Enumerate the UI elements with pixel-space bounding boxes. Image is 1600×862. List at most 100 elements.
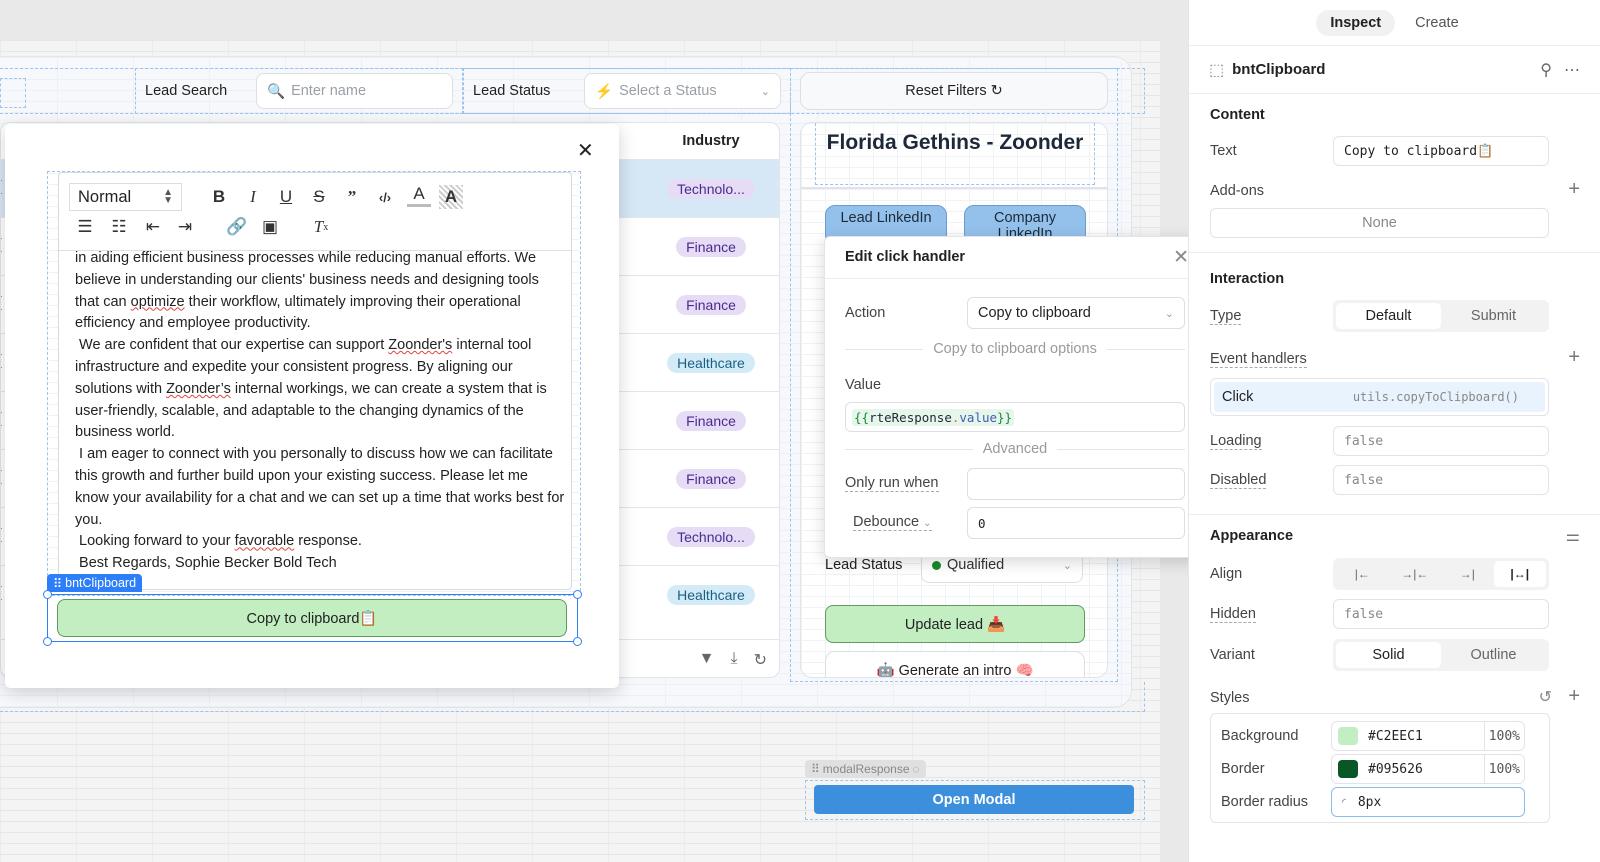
value-input[interactable]: {{rteResponse.value}} <box>845 402 1185 432</box>
close-icon[interactable]: ✕ <box>1173 246 1189 269</box>
resize-handle[interactable] <box>573 637 582 646</box>
debounce-select[interactable]: Debounce ⌄ <box>853 514 932 531</box>
close-icon[interactable]: ✕ <box>577 138 594 163</box>
settings-sliders-icon[interactable]: ⚌ <box>1566 526 1580 546</box>
download-icon[interactable]: ⤓ <box>731 650 738 670</box>
status-dot-icon <box>932 560 941 570</box>
tab-create[interactable]: Create <box>1401 10 1473 36</box>
image-icon[interactable]: ▣ <box>258 215 282 239</box>
align-right-icon[interactable]: →| <box>1441 561 1494 587</box>
inspector-panel: Inspect Create ⬚ bntClipboard ⚲ ⋯ Conten… <box>1188 0 1600 862</box>
tab-inspect[interactable]: Inspect <box>1316 9 1396 36</box>
chevron-down-icon: ⌄ <box>1164 307 1174 320</box>
align-stretch-icon[interactable]: |↔| <box>1493 561 1546 587</box>
more-icon[interactable]: ⋯ <box>1564 60 1580 80</box>
truncated-cell: ( <box>1 410 2 427</box>
update-lead-button[interactable]: Update lead 📥 <box>825 605 1085 643</box>
link-icon[interactable]: 🔗 <box>225 215 249 239</box>
variant-solid[interactable]: Solid <box>1336 642 1441 668</box>
underline-icon[interactable]: U <box>274 185 298 209</box>
canvas-area: Lead Search 🔍 Enter name Lead Status ⚡ S… <box>0 0 1204 862</box>
industry-badge: Technolo... <box>667 527 755 547</box>
format-select[interactable]: Normal ▲ ▼ <box>69 183 182 211</box>
strikethrough-icon[interactable]: S <box>307 185 331 209</box>
italic-icon[interactable]: I <box>241 185 265 209</box>
up-down-icon: ▲ ▼ <box>163 187 173 206</box>
copy-to-clipboard-button[interactable]: Copy to clipboard📋 <box>57 599 567 637</box>
action-select[interactable]: Copy to clipboard ⌄ <box>967 297 1185 329</box>
code-icon[interactable]: ‹/› <box>373 185 397 209</box>
rte-content[interactable]: in aiding efficient business processes w… <box>75 250 565 575</box>
search-icon[interactable]: ⚲ <box>1540 60 1552 80</box>
disabled-label: Disabled <box>1210 472 1267 489</box>
divider <box>1189 252 1600 253</box>
addons-field[interactable]: None <box>1210 208 1549 238</box>
variant-outline[interactable]: Outline <box>1441 642 1546 668</box>
rich-text-editor[interactable]: Normal ▲ ▼ B I U S ” ‹/› A A ☰ ☷ ⇤ ⇥ 🔗 ▣ … <box>58 172 572 590</box>
industry-badge: Healthcare <box>667 585 755 605</box>
button-component-icon: ⬚ <box>1209 61 1225 79</box>
text-label: Text <box>1210 143 1237 159</box>
drag-handle-icon[interactable]: ⠿ <box>53 576 62 591</box>
bold-icon[interactable]: B <box>207 185 231 209</box>
inspector-tabs: Inspect Create <box>1189 0 1600 46</box>
border-color-input[interactable]: #095626 100% <box>1331 754 1525 784</box>
border-swatch[interactable] <box>1338 760 1358 778</box>
type-submit[interactable]: Submit <box>1441 303 1546 329</box>
lead-search-input[interactable]: 🔍 Enter name <box>256 73 453 109</box>
event-handlers-label: Event handlers <box>1210 351 1307 368</box>
border-radius-input[interactable]: ◜ 8px <box>1331 787 1525 817</box>
hidden-eye-icon: ◌ <box>912 762 920 776</box>
type-default[interactable]: Default <box>1336 303 1441 329</box>
align-center-icon[interactable]: →|← <box>1389 561 1442 587</box>
text-input[interactable]: Copy to clipboard📋 <box>1333 136 1549 166</box>
column-header-industry[interactable]: Industry <box>641 123 779 159</box>
reset-filters-button[interactable]: Reset Filters ↻ <box>800 72 1108 110</box>
only-run-when-input[interactable] <box>967 468 1185 500</box>
debounce-input[interactable]: 0 <box>967 507 1185 539</box>
align-left-icon[interactable]: |← <box>1336 561 1389 587</box>
clear-format-icon[interactable]: Tx <box>309 215 333 239</box>
resize-handle[interactable] <box>573 590 582 599</box>
font-color-icon[interactable]: A <box>407 183 431 207</box>
truncated-cell: ( <box>1 294 2 311</box>
detail-lead-status-label: Lead Status <box>825 557 903 573</box>
filter-icon[interactable]: ▼ <box>699 650 715 670</box>
indent-icon[interactable]: ⇥ <box>173 215 197 239</box>
resize-handle[interactable] <box>43 590 52 599</box>
background-swatch[interactable] <box>1338 727 1358 745</box>
open-modal-button[interactable]: Open Modal <box>814 785 1134 814</box>
chevron-down-icon: ⌄ <box>760 85 770 98</box>
truncated-cell: ( <box>1 236 2 253</box>
add-event-handler-icon[interactable]: + <box>1568 346 1580 369</box>
blockquote-icon[interactable]: ” <box>340 185 364 209</box>
add-addon-icon[interactable]: + <box>1568 178 1580 201</box>
rte-paragraph: We are confident that our expertise can … <box>75 337 551 441</box>
refresh-icon[interactable]: ↻ <box>754 650 767 670</box>
add-style-icon[interactable]: + <box>1568 685 1580 708</box>
background-label: Background <box>1221 728 1299 744</box>
resize-handle[interactable] <box>43 637 52 646</box>
disabled-input[interactable]: false <box>1333 465 1549 495</box>
rte-toolbar: Normal ▲ ▼ B I U S ” ‹/› A A ☰ ☷ ⇤ ⇥ 🔗 ▣ … <box>59 173 571 251</box>
align-toggle: |← →|← →| |↔| <box>1333 558 1549 590</box>
event-handler-click[interactable]: Click utils.copyToClipboard() <box>1210 378 1549 416</box>
hidden-input[interactable]: false <box>1333 599 1549 629</box>
generate-intro-button[interactable]: 🤖 Generate an intro 🧠 <box>825 651 1085 677</box>
bullet-list-icon[interactable]: ☷ <box>107 215 131 239</box>
popup-title: Edit click handler <box>845 249 966 265</box>
modal-response-tag[interactable]: ⠿ modalResponse ◌ <box>805 760 926 778</box>
background-color-icon[interactable]: A <box>439 185 463 209</box>
reset-styles-icon[interactable]: ↺ <box>1539 687 1552 707</box>
outdent-icon[interactable]: ⇤ <box>141 215 165 239</box>
ordered-list-icon[interactable]: ☰ <box>73 215 97 239</box>
event-action: utils.copyToClipboard() <box>1352 390 1519 404</box>
background-color-input[interactable]: #C2EEC1 100% <box>1331 721 1525 751</box>
value-label: Value <box>845 377 882 393</box>
lead-status-select[interactable]: ⚡ Select a Status ⌄ <box>584 73 781 109</box>
selected-component-tag[interactable]: ⠿ bntClipboard <box>47 574 143 592</box>
loading-input[interactable]: false <box>1333 426 1549 456</box>
align-label: Align <box>1210 566 1243 582</box>
drag-handle-icon[interactable]: ⠿ <box>811 762 820 776</box>
component-name[interactable]: bntClipboard <box>1232 61 1325 78</box>
